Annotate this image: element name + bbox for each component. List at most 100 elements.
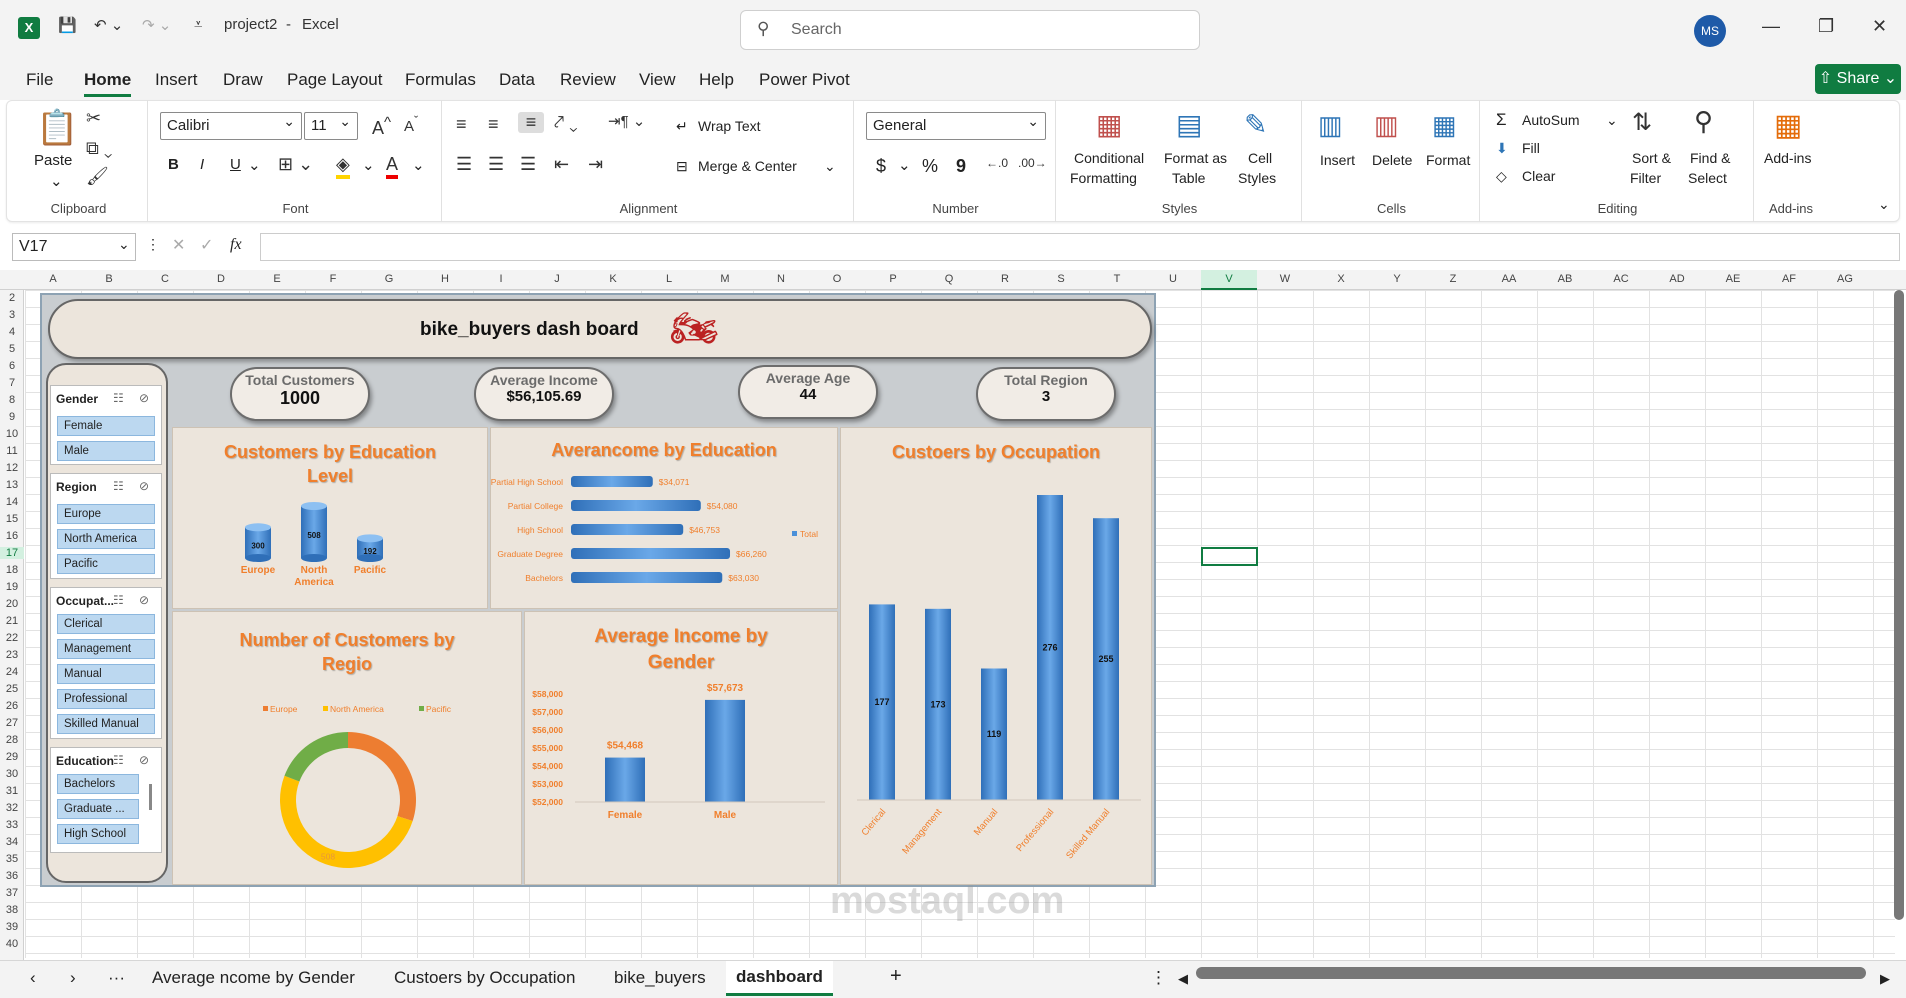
column-header[interactable]: U [1145, 273, 1201, 285]
row-header[interactable]: 5 [0, 343, 24, 355]
comma-button[interactable]: 9 [956, 156, 966, 177]
align-right-icon[interactable]: ☰ [520, 154, 536, 175]
multi-select-icon[interactable]: ☷ [113, 479, 124, 493]
align-bottom-icon[interactable]: ≡ [518, 112, 544, 133]
tab-insert[interactable]: Insert [155, 70, 198, 90]
multi-select-icon[interactable]: ☷ [113, 753, 124, 767]
next-sheet-icon[interactable]: › [70, 968, 76, 988]
row-header[interactable]: 18 [0, 564, 24, 576]
column-header[interactable]: AF [1761, 273, 1817, 285]
column-header[interactable]: T [1089, 273, 1145, 285]
row-header[interactable]: 17 [0, 547, 24, 559]
borders-icon[interactable]: ⊞ ⌄ [278, 154, 313, 175]
copy-icon[interactable]: ⧉ ⌄ [86, 138, 112, 159]
row-header[interactable]: 33 [0, 819, 24, 831]
column-header[interactable]: O [809, 273, 865, 285]
italic-button[interactable]: I [200, 156, 204, 173]
text-direction-icon[interactable]: ⇥¶ ⌄ [608, 112, 645, 130]
row-header[interactable]: 15 [0, 513, 24, 525]
row-header[interactable]: 7 [0, 377, 24, 389]
column-header[interactable]: N [753, 273, 809, 285]
share-button[interactable]: ⇧ Share ⌄ [1815, 64, 1901, 94]
tab-formulas[interactable]: Formulas [405, 70, 476, 90]
row-header[interactable]: 11 [0, 445, 24, 457]
row-header[interactable]: 36 [0, 870, 24, 882]
delete-cells-button[interactable]: Delete [1372, 152, 1412, 168]
sort-filter-button[interactable]: Sort & [1632, 150, 1671, 166]
user-avatar[interactable]: MS [1694, 15, 1726, 47]
add-sheet-icon[interactable]: + [890, 965, 902, 988]
collapse-ribbon-icon[interactable]: ⌄ [1878, 196, 1890, 213]
row-header[interactable]: 35 [0, 853, 24, 865]
cancel-entry-icon[interactable]: ✕ [172, 235, 185, 255]
horizontal-scrollbar[interactable] [1196, 967, 1866, 979]
tab-file[interactable]: File [26, 70, 53, 90]
column-header[interactable]: A [25, 273, 81, 285]
increase-font-icon[interactable]: A^ [372, 114, 391, 139]
slicer-scrollbar[interactable] [149, 784, 152, 810]
chart-income-by-education[interactable]: Averancome by Education Partial High Sch… [490, 427, 838, 609]
slicer-item-male[interactable]: Male [57, 441, 155, 461]
column-header[interactable]: V [1201, 270, 1257, 290]
align-middle-icon[interactable]: ≡ [488, 114, 499, 135]
fill-color-icon[interactable]: ◈ [336, 154, 350, 179]
find-select-icon[interactable]: ⚲ [1694, 106, 1713, 137]
sort-filter-icon[interactable]: ⇅ [1632, 108, 1652, 137]
column-header[interactable]: X [1313, 273, 1369, 285]
slicer-item-high-school[interactable]: High School [57, 824, 139, 844]
slicer-item-graduate[interactable]: Graduate ... [57, 799, 139, 819]
delete-cells-icon[interactable]: ▥ [1374, 110, 1399, 141]
row-header[interactable]: 37 [0, 887, 24, 899]
addins-icon[interactable]: ▦ [1774, 108, 1802, 143]
undo-icon[interactable]: ↶ ⌄ [94, 16, 123, 34]
conditional-formatting-icon[interactable]: ▦ [1096, 108, 1122, 141]
autosave-icon[interactable]: 💾 [58, 16, 77, 34]
selected-cell[interactable] [1201, 547, 1258, 566]
slicer-item-professional[interactable]: Professional [57, 689, 155, 709]
tab-view[interactable]: View [639, 70, 676, 90]
cell-styles-button[interactable]: Cell [1248, 150, 1272, 166]
column-header[interactable]: AB [1537, 273, 1593, 285]
row-header[interactable]: 30 [0, 768, 24, 780]
tab-options-icon[interactable]: ⋮ [1150, 968, 1167, 988]
autosum-button[interactable]: AutoSum [1522, 112, 1580, 128]
row-header[interactable]: 10 [0, 428, 24, 440]
bold-button[interactable]: B [168, 156, 179, 173]
column-header[interactable]: AD [1649, 273, 1705, 285]
slicer-item-manual[interactable]: Manual [57, 664, 155, 684]
slicer-item-clerical[interactable]: Clerical [57, 614, 155, 634]
row-header[interactable]: 26 [0, 700, 24, 712]
redo-icon[interactable]: ↷ ⌄ [142, 16, 171, 34]
clear-icon[interactable]: ◇ [1496, 168, 1507, 185]
column-header[interactable]: B [81, 273, 137, 285]
multi-select-icon[interactable]: ☷ [113, 593, 124, 607]
row-header[interactable]: 19 [0, 581, 24, 593]
row-header[interactable]: 23 [0, 649, 24, 661]
font-color-icon[interactable]: A [386, 154, 399, 179]
confirm-entry-icon[interactable]: ✓ [200, 235, 213, 255]
column-header[interactable]: Y [1369, 273, 1425, 285]
column-header[interactable]: J [529, 273, 585, 285]
row-header[interactable]: 20 [0, 598, 24, 610]
percent-button[interactable]: % [922, 156, 938, 177]
more-sheets-icon[interactable]: ··· [108, 968, 125, 988]
underline-button[interactable]: U [230, 156, 241, 173]
chart-customers-by-region[interactable]: Number of Customers by Regio Europe North… [172, 611, 522, 885]
column-header[interactable]: M [697, 273, 753, 285]
column-header[interactable]: W [1257, 273, 1313, 285]
format-cells-icon[interactable]: ▦ [1432, 110, 1457, 141]
insert-function-icon[interactable]: fx [230, 236, 242, 254]
decrease-indent-icon[interactable]: ⇤ [554, 154, 569, 175]
insert-cells-icon[interactable]: ▥ [1318, 110, 1343, 141]
sheet-tab-occupation[interactable]: Custoers by Occupation [394, 968, 575, 988]
currency-button[interactable]: $ [876, 156, 886, 177]
customize-qat-icon[interactable]: ⩡ [194, 16, 202, 33]
row-header[interactable]: 8 [0, 394, 24, 406]
merge-center-button[interactable]: Merge & Center [698, 158, 797, 174]
column-header[interactable]: H [417, 273, 473, 285]
tab-help[interactable]: Help [699, 70, 734, 90]
slicer-item-europe[interactable]: Europe [57, 504, 155, 524]
row-header[interactable]: 9 [0, 411, 24, 423]
row-header[interactable]: 32 [0, 802, 24, 814]
slicer-item-bachelors[interactable]: Bachelors [57, 774, 139, 794]
